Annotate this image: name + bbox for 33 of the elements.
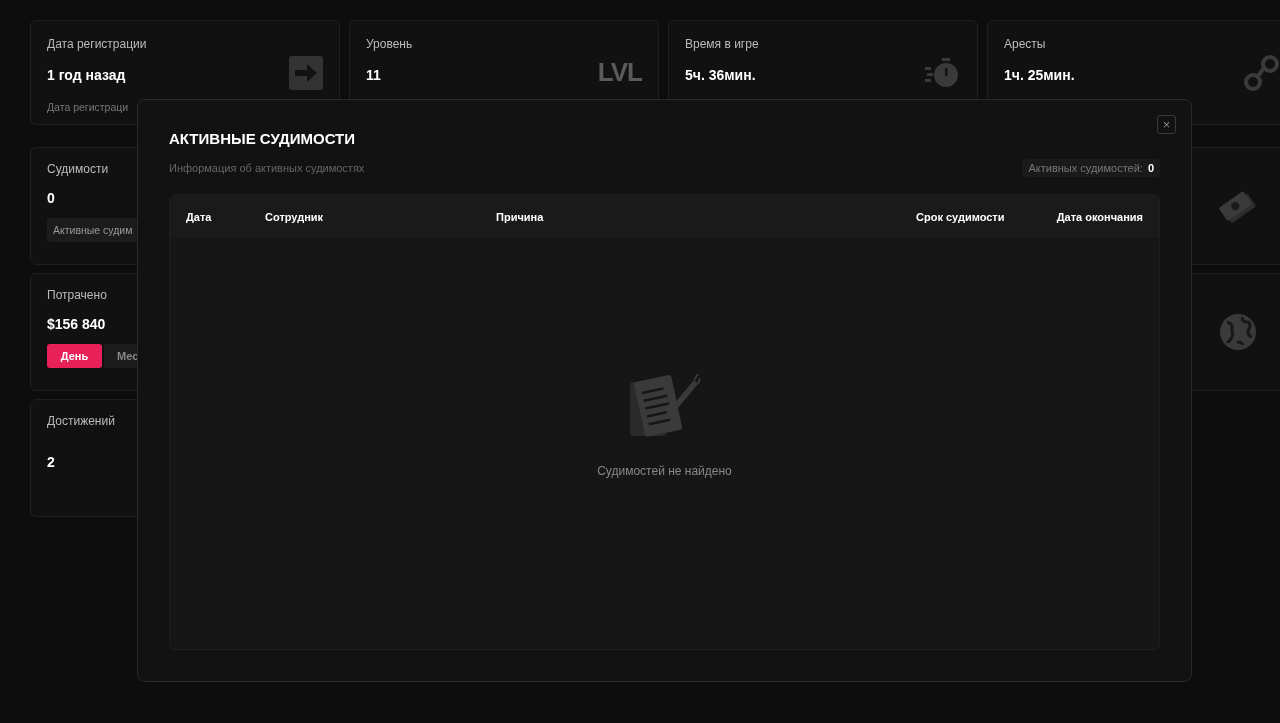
stopwatch-icon	[925, 57, 961, 88]
column-header: Дата окончания	[1055, 210, 1143, 223]
card-value: 11	[366, 67, 382, 83]
card-label: Потрачено	[47, 288, 107, 302]
column-header: Дата	[186, 210, 213, 223]
card-label: Время в игре	[685, 37, 759, 51]
card-value: 2	[47, 454, 55, 470]
column-header: Сотрудник	[265, 210, 325, 223]
level-icon: LVL	[597, 57, 642, 88]
empty-message: Судимостей не найдено	[597, 463, 732, 478]
card-value: 0	[47, 190, 55, 206]
period-tab[interactable]: День	[47, 344, 102, 368]
card-label: Дата регистрации	[47, 37, 147, 51]
card-label: Уровень	[366, 37, 413, 51]
card-value: 1 год назад	[47, 67, 127, 83]
close-button[interactable]: ×	[1157, 115, 1176, 134]
card-value: 5ч. 36мин.	[685, 67, 757, 83]
handcuffs-icon	[1244, 54, 1280, 91]
count-value: 0	[1147, 162, 1154, 174]
count-label: Активных судимостей:	[1028, 162, 1143, 174]
card-label: Достижений	[47, 414, 115, 428]
card-label: Судимости	[47, 162, 109, 176]
modal-subtitle: Информация об активных судимостях	[169, 162, 365, 174]
card-value: $156 840	[47, 316, 106, 332]
globe-icon	[1218, 313, 1257, 351]
active-records-button[interactable]: Активные судим	[47, 218, 139, 242]
column-header: Срок судимости	[916, 210, 1006, 223]
arrow-box-icon	[289, 55, 323, 90]
modal-title: АКТИВНЫЕ СУДИМОСТИ	[169, 130, 356, 147]
card-value: 1ч. 25мин.	[1004, 67, 1075, 83]
card-label: Аресты	[1004, 37, 1047, 51]
column-header: Причина	[496, 210, 545, 223]
card-note: Дата регистраци	[47, 101, 130, 113]
